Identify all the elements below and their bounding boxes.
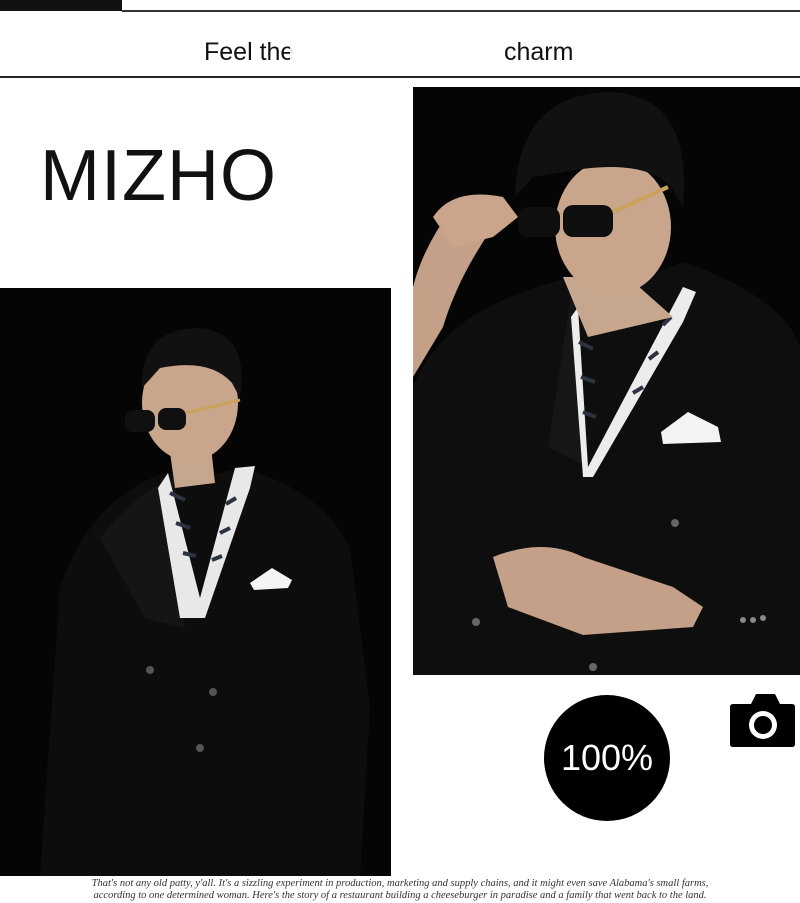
model-seated-illustration [0, 288, 391, 876]
badge-label: 100% [560, 737, 654, 778]
quality-badge: 100% [544, 695, 670, 821]
top-bar-accent [0, 0, 122, 11]
tagline-start: Feel the [204, 38, 295, 66]
top-divider [122, 10, 800, 12]
brand-title: MIZHO [40, 136, 277, 216]
footer-line-2: according to one determined woman. Here'… [93, 890, 707, 901]
tagline-obscured-area [290, 30, 500, 74]
model-adjusting-illustration [413, 87, 800, 675]
model-adjusting-sunglasses-photo [413, 87, 800, 675]
model-seated-photo [0, 288, 391, 876]
camera-icon [729, 692, 796, 747]
header-divider [0, 76, 800, 78]
tagline-end: charm [504, 38, 574, 66]
footer-line-1: That's not any old patty, y'all. It's a … [91, 878, 709, 889]
footer-caption: That's not any old patty, y'all. It's a … [0, 878, 800, 903]
